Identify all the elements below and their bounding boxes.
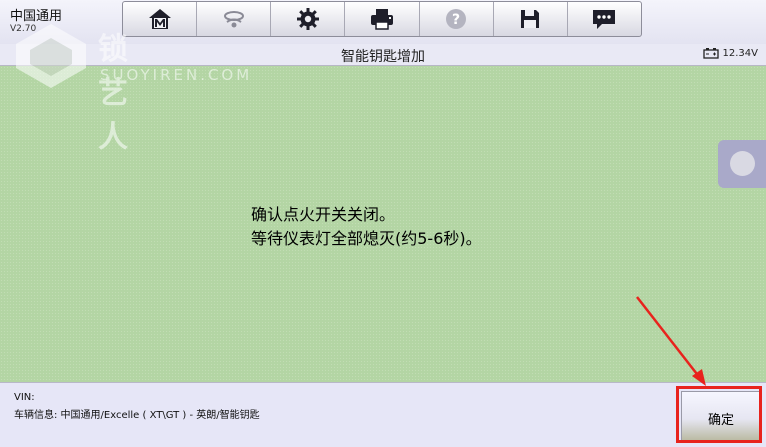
floating-circle-icon xyxy=(730,151,755,176)
confirm-button-label: 确定 xyxy=(707,413,734,428)
message-button[interactable] xyxy=(568,2,641,36)
footer: VIN: 车辆信息: 中国通用/Excelle ( XT\GT ) - 英朗/智… xyxy=(0,382,766,447)
title-bar: 智能钥匙增加 12.34V xyxy=(0,44,766,66)
save-button[interactable] xyxy=(494,2,568,36)
instruction-line-2: 等待仪表灯全部熄灭(约5-6秒)。 xyxy=(251,229,482,248)
svg-text:?: ? xyxy=(452,12,460,28)
home-button[interactable] xyxy=(123,2,198,36)
app-version: V2.70 xyxy=(10,24,37,34)
home-m-icon xyxy=(148,9,171,29)
vehicle-link-icon xyxy=(223,11,244,28)
vin-label: VIN: xyxy=(14,392,35,403)
main-content: 确认点火开关关闭。 等待仪表灯全部熄灭(约5-6秒)。 xyxy=(0,66,766,382)
help-button[interactable]: ? xyxy=(420,2,494,36)
instruction-line-1: 确认点火开关关闭。 xyxy=(251,205,396,224)
battery-icon xyxy=(702,48,719,59)
toolbar: ? xyxy=(122,1,642,37)
top-bar: 中国通用 V2.70 ? xyxy=(0,0,766,44)
vehicle-link-button[interactable] xyxy=(197,2,272,36)
confirm-button[interactable]: 确定 xyxy=(681,391,761,442)
vehicle-info: 车辆信息: 中国通用/Excelle ( XT\GT ) - 英朗/智能钥匙 xyxy=(14,410,260,421)
print-button[interactable] xyxy=(345,2,420,36)
printer-icon xyxy=(370,9,393,30)
battery-voltage: 12.34V xyxy=(722,48,758,59)
message-icon xyxy=(593,10,616,29)
battery-status: 12.34V xyxy=(702,48,758,59)
settings-button[interactable] xyxy=(271,2,346,36)
app-title: 中国通用 xyxy=(10,9,63,24)
floating-menu-button[interactable] xyxy=(718,140,766,188)
save-icon xyxy=(521,10,540,28)
gear-icon xyxy=(296,8,319,30)
page-title: 智能钥匙增加 xyxy=(341,49,425,65)
help-icon: ? xyxy=(446,9,467,29)
instruction-message: 确认点火开关关闭。 等待仪表灯全部熄灭(约5-6秒)。 xyxy=(251,203,482,251)
